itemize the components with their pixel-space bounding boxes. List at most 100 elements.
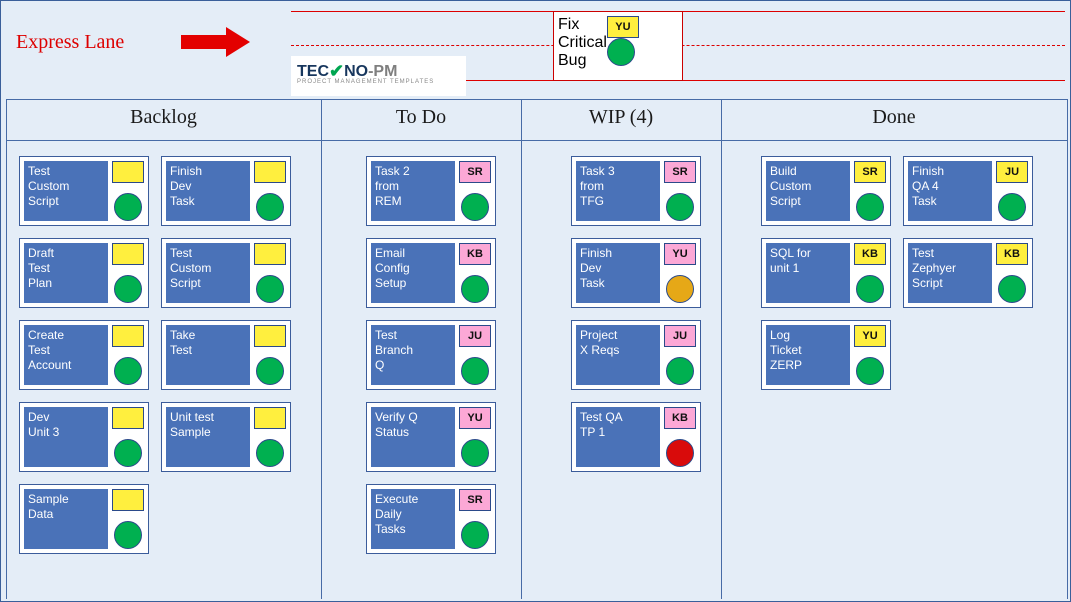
kanban-card[interactable]: TestBranchQJU (366, 320, 496, 390)
status-dot (998, 275, 1026, 303)
column-cards: TestCustomScript FinishDevTask DraftTestPl… (19, 156, 309, 554)
column-separator (1067, 99, 1068, 599)
kanban-card[interactable]: FinishDevTask (161, 156, 291, 226)
kanban-card[interactable]: Test QATP 1KB (571, 402, 701, 472)
assignee-badge (254, 161, 286, 183)
column-cards: Task 3fromTFGSR FinishDevTaskYU ProjectX R… (571, 156, 711, 472)
status-dot (256, 439, 284, 467)
status-dot (998, 193, 1026, 221)
logo: TEC✔NO-PM PROJECT MANAGEMENT TEMPLATES (291, 56, 466, 96)
column-header: To Do (321, 99, 521, 141)
card-title: Verify QStatus (371, 407, 455, 467)
status-dot (461, 521, 489, 549)
kanban-card[interactable]: EmailConfigSetupKB (366, 238, 496, 308)
express-card[interactable]: FixCriticalBug YU (553, 11, 683, 81)
kanban-card[interactable]: FinishDevTaskYU (571, 238, 701, 308)
assignee-badge (112, 325, 144, 347)
kanban-card[interactable]: SQL forunit 1KB (761, 238, 891, 308)
column-header: Backlog (6, 99, 321, 141)
kanban-card[interactable]: TakeTest (161, 320, 291, 390)
card-title: TestBranchQ (371, 325, 455, 385)
assignee-badge: KB (459, 243, 491, 265)
kanban-card[interactable]: TestCustomScript (19, 156, 149, 226)
status-dot (856, 357, 884, 385)
card-title: TestZephyerScript (908, 243, 992, 303)
kanban-card[interactable]: BuildCustomScriptSR (761, 156, 891, 226)
status-dot (666, 357, 694, 385)
column-cards: BuildCustomScriptSRFinishQA 4TaskJUSQL f… (761, 156, 1051, 390)
status-dot (461, 193, 489, 221)
kanban-card[interactable]: TestCustomScript (161, 238, 291, 308)
status-dot (256, 193, 284, 221)
card-title: SQL forunit 1 (766, 243, 850, 303)
column-separator (6, 99, 7, 599)
status-dot (114, 275, 142, 303)
kanban-card[interactable]: FinishQA 4TaskJU (903, 156, 1033, 226)
column-header: WIP (4) (521, 99, 721, 141)
status-dot (256, 275, 284, 303)
assignee-badge (112, 407, 144, 429)
card-title: Task 3fromTFG (576, 161, 660, 221)
column-separator (721, 99, 722, 599)
status-dot (666, 275, 694, 303)
kanban-card[interactable]: LogTicketZERPYU (761, 320, 891, 390)
card-title: ExecuteDailyTasks (371, 489, 455, 549)
kanban-card[interactable]: Verify QStatusYU (366, 402, 496, 472)
assignee-badge: YU (664, 243, 696, 265)
card-title: BuildCustomScript (766, 161, 850, 221)
assignee-badge: KB (996, 243, 1028, 265)
kanban-card[interactable]: DraftTestPlan (19, 238, 149, 308)
kanban-card[interactable]: TestZephyerScriptKB (903, 238, 1033, 308)
card-title: LogTicketZERP (766, 325, 850, 385)
column-cards: Task 2fromREMSREmailConfigSetupKBTestBra… (366, 156, 506, 554)
kanban-card[interactable]: Task 3fromTFGSR (571, 156, 701, 226)
assignee-badge: YU (854, 325, 886, 347)
assignee-badge: YU (607, 16, 639, 38)
column-separator (321, 99, 322, 599)
status-dot (666, 193, 694, 221)
kanban-card[interactable]: CreateTestAccount (19, 320, 149, 390)
assignee-badge: SR (459, 489, 491, 511)
column-separator (521, 99, 522, 599)
status-dot (461, 357, 489, 385)
card-title: EmailConfigSetup (371, 243, 455, 303)
kanban-card[interactable]: ProjectX ReqsJU (571, 320, 701, 390)
card-title: SampleData (24, 489, 108, 549)
kanban-card[interactable]: DevUnit 3 (19, 402, 149, 472)
card-title: FinishDevTask (576, 243, 660, 303)
kanban-card[interactable]: Task 2fromREMSR (366, 156, 496, 226)
column-header: Done (721, 99, 1067, 141)
status-dot (461, 275, 489, 303)
assignee-badge: JU (459, 325, 491, 347)
assignee-badge: YU (459, 407, 491, 429)
card-title: FixCriticalBug (558, 16, 607, 76)
card-title: Unit testSample (166, 407, 250, 467)
card-title: CreateTestAccount (24, 325, 108, 385)
card-title: Task 2fromREM (371, 161, 455, 221)
assignee-badge (254, 407, 286, 429)
status-dot (856, 275, 884, 303)
assignee-badge (112, 243, 144, 265)
card-title: TestCustomScript (24, 161, 108, 221)
status-dot (256, 357, 284, 385)
status-dot (114, 193, 142, 221)
card-title: DevUnit 3 (24, 407, 108, 467)
status-dot (114, 439, 142, 467)
status-dot (114, 357, 142, 385)
assignee-badge: SR (459, 161, 491, 183)
status-dot (114, 521, 142, 549)
assignee-badge (112, 161, 144, 183)
card-title: TestCustomScript (166, 243, 250, 303)
kanban-card[interactable]: Unit testSample (161, 402, 291, 472)
express-lane-label: Express Lane (16, 31, 124, 54)
kanban-card[interactable]: SampleData (19, 484, 149, 554)
assignee-badge: JU (996, 161, 1028, 183)
assignee-badge (254, 243, 286, 265)
assignee-badge (112, 489, 144, 511)
kanban-card[interactable]: ExecuteDailyTasksSR (366, 484, 496, 554)
card-title: DraftTestPlan (24, 243, 108, 303)
status-dot (461, 439, 489, 467)
card-title: TakeTest (166, 325, 250, 385)
assignee-badge: KB (854, 243, 886, 265)
status-dot (607, 38, 635, 66)
